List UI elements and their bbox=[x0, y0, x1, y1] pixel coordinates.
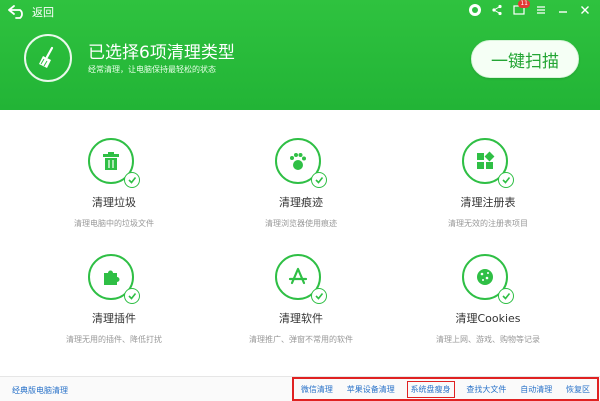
item-desc: 清理推广、弹窗不常用的软件 bbox=[249, 335, 353, 344]
notification-badge: 11 bbox=[518, 0, 530, 8]
item-name: 清理注册表 bbox=[460, 196, 516, 209]
minimize-icon[interactable] bbox=[556, 3, 570, 17]
one-click-scan-button[interactable]: 一键扫描 bbox=[471, 40, 579, 78]
item-name: 清理痕迹 bbox=[279, 196, 323, 209]
footer-tools: 微信清理 苹果设备清理 系统盘瘦身 查找大文件 自动清理 恢复区 bbox=[292, 377, 599, 401]
find-large-files-link[interactable]: 查找大文件 bbox=[464, 384, 508, 395]
clean-junk-item[interactable]: 清理垃圾 清理电脑中的垃圾文件 bbox=[34, 138, 194, 229]
item-name: 清理Cookies bbox=[455, 312, 521, 325]
check-icon bbox=[311, 172, 327, 188]
check-icon bbox=[124, 172, 140, 188]
window-controls: 11 bbox=[468, 0, 592, 17]
clean-registry-item[interactable]: 清理注册表 清理无效的注册表项目 bbox=[408, 138, 568, 229]
check-icon bbox=[498, 172, 514, 188]
item-desc: 清理上网、游戏、购物等记录 bbox=[436, 335, 540, 344]
header-banner: 返回 11 已选择6项清理类型 经常清理，让电脑保持最轻松的状态 一键扫描 bbox=[0, 0, 600, 110]
item-desc: 清理浏览器使用痕迹 bbox=[265, 219, 337, 228]
apple-device-cleanup-link[interactable]: 苹果设备清理 bbox=[345, 384, 397, 395]
auto-cleanup-link[interactable]: 自动清理 bbox=[518, 384, 554, 395]
item-desc: 清理无用的插件、降低打扰 bbox=[66, 335, 162, 344]
back-label: 返回 bbox=[32, 6, 54, 19]
message-icon[interactable]: 11 bbox=[512, 0, 530, 17]
check-icon bbox=[498, 288, 514, 304]
back-arrow-icon bbox=[8, 5, 23, 19]
item-desc: 清理无效的注册表项目 bbox=[448, 219, 528, 228]
clean-traces-item[interactable]: 清理痕迹 清理浏览器使用痕迹 bbox=[221, 138, 381, 229]
item-name: 清理软件 bbox=[279, 312, 323, 325]
back-button[interactable]: 返回 bbox=[8, 4, 54, 20]
item-name: 清理插件 bbox=[92, 312, 136, 325]
close-icon[interactable] bbox=[578, 3, 592, 17]
system-disk-slim-link[interactable]: 系统盘瘦身 bbox=[406, 380, 455, 398]
clean-cookies-item[interactable]: 清理Cookies 清理上网、游戏、购物等记录 bbox=[408, 254, 568, 345]
item-desc: 清理电脑中的垃圾文件 bbox=[74, 219, 154, 228]
item-name: 清理垃圾 bbox=[92, 196, 136, 209]
share-icon[interactable] bbox=[490, 3, 504, 17]
clean-software-item[interactable]: 清理软件 清理推广、弹窗不常用的软件 bbox=[221, 254, 381, 345]
check-icon bbox=[124, 288, 140, 304]
check-icon bbox=[311, 288, 327, 304]
page-title: 已选择6项清理类型 bbox=[88, 43, 235, 63]
recovery-area-link[interactable]: 恢复区 bbox=[564, 384, 592, 395]
classic-cleanup-link[interactable]: 经典版电脑清理 bbox=[12, 385, 68, 396]
wechat-cleanup-link[interactable]: 微信清理 bbox=[299, 384, 335, 395]
broom-icon bbox=[24, 34, 72, 82]
skin-icon[interactable] bbox=[468, 3, 482, 17]
page-subtitle: 经常清理，让电脑保持最轻松的状态 bbox=[88, 65, 216, 74]
menu-icon[interactable] bbox=[534, 3, 548, 17]
clean-plugins-item[interactable]: 清理插件 清理无用的插件、降低打扰 bbox=[34, 254, 194, 345]
